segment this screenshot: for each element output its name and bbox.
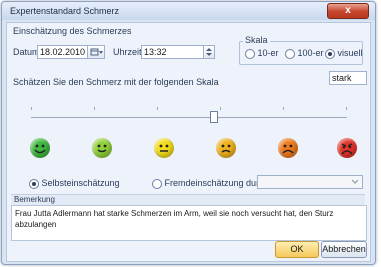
cancel-button[interactable]: Abbrechen — [321, 241, 367, 258]
face-happy-icon[interactable] — [92, 138, 112, 158]
face-slightly-sad-icon[interactable] — [216, 138, 236, 158]
face-sad-icon[interactable] — [278, 138, 298, 158]
external-assessment-option[interactable]: Fremdeinschätzung durch — [152, 178, 269, 189]
remarks-textarea[interactable]: Frau Jutta Adlermann hat starke Schmerze… — [11, 205, 367, 241]
face-neutral-icon[interactable] — [154, 138, 174, 158]
assessor-dropdown[interactable] — [257, 175, 363, 189]
rating-instruction: Schätzen Sie den Schmerz mit der folgend… — [13, 77, 219, 87]
slider-tick — [157, 107, 158, 110]
self-assessment-option[interactable]: Selbsteinschätzung — [29, 178, 120, 189]
slider-tick — [346, 107, 347, 110]
radio-100[interactable] — [285, 48, 295, 59]
slider-tick — [31, 107, 32, 110]
time-spinner[interactable] — [203, 45, 215, 59]
face-very-sad-icon[interactable] — [337, 138, 357, 158]
ok-button[interactable]: OK — [275, 241, 319, 258]
scale-option-visual[interactable]: visuell — [325, 48, 363, 59]
dialog-window: Expertenstandard Schmerz x Einschätzung … — [1, 1, 376, 265]
dialog-content: Einschätzung des Schmerzes Datum 18.02.2… — [6, 22, 371, 262]
radio-visual[interactable] — [325, 48, 335, 59]
title-bar: Expertenstandard Schmerz x — [2, 2, 375, 20]
self-assessment-label: Selbsteinschätzung — [41, 178, 120, 188]
spinner-arrows-icon — [206, 48, 212, 56]
date-label: Datum — [13, 47, 40, 57]
external-assessment-label: Fremdeinschätzung durch — [164, 178, 269, 188]
chevron-down-icon — [351, 179, 359, 184]
scale-group-label: Skala — [243, 35, 270, 45]
time-label: Uhrzeit — [113, 47, 142, 57]
pain-value-field: stark — [329, 71, 367, 85]
scale-option-100-label: 100-er — [297, 48, 324, 58]
scale-option-10-label: 10-er — [257, 48, 279, 58]
window-title: Expertenstandard Schmerz — [10, 6, 120, 16]
pain-slider[interactable] — [31, 107, 347, 123]
date-field[interactable]: 18.02.2010 — [37, 45, 89, 59]
scale-option-visual-label: visuell — [337, 48, 363, 58]
external-assessment-radio[interactable] — [152, 178, 162, 189]
slider-track — [31, 117, 347, 118]
calendar-button[interactable] — [87, 45, 105, 59]
time-field[interactable]: 13:32 — [141, 45, 205, 59]
radio-10[interactable] — [245, 48, 255, 59]
self-assessment-radio[interactable] — [29, 178, 39, 189]
calendar-icon — [90, 48, 103, 56]
face-very-happy-icon[interactable] — [30, 138, 50, 158]
slider-thumb[interactable] — [210, 111, 218, 123]
remarks-label: Bemerkung — [14, 195, 55, 204]
scale-option-10[interactable]: 10-er — [245, 48, 279, 59]
section-label: Einschätzung des Schmerzes — [13, 26, 132, 36]
close-button[interactable]: x — [327, 3, 369, 19]
slider-tick — [94, 107, 95, 110]
remarks-header: Bemerkung — [11, 194, 365, 205]
slider-tick — [220, 107, 221, 110]
slider-tick — [283, 107, 284, 110]
scale-option-100[interactable]: 100-er — [285, 48, 324, 59]
